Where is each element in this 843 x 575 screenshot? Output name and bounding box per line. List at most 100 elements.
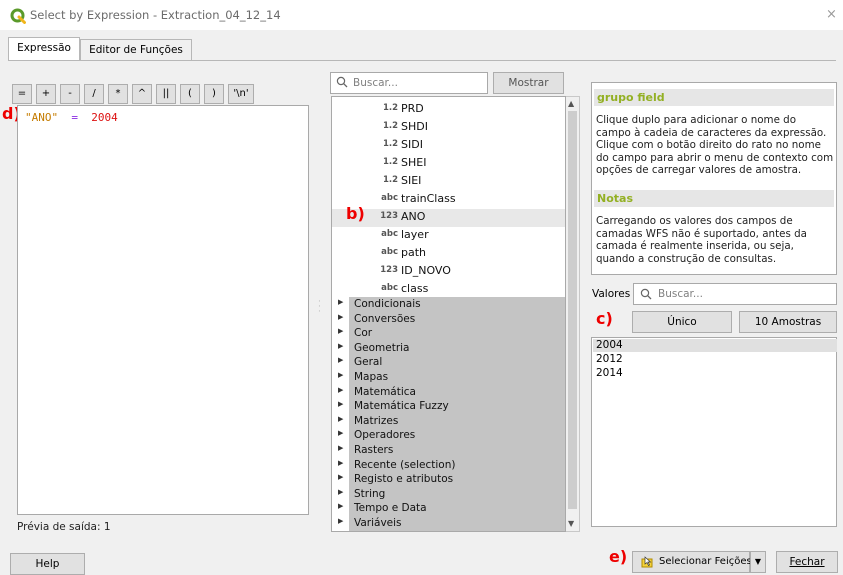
group-item[interactable]: ▶ Geometria [332,340,565,356]
group-name: Cor [354,327,373,340]
expand-arrow-icon[interactable]: ▶ [338,342,343,350]
group-name: Geral [354,356,383,369]
tab-function-editor[interactable]: Editor de Funções [80,39,192,61]
op-close-paren-button[interactable]: ) [204,84,224,104]
op-minus-button[interactable]: - [60,84,80,104]
help-button[interactable]: Help [10,553,85,575]
field-item[interactable]: 1.2 SHDI [332,119,565,137]
field-item[interactable]: 1.2 SIDI [332,137,565,155]
group-item[interactable]: ▶ Rasters [332,443,565,458]
splitter-handle[interactable]: · · · [318,298,321,317]
expand-arrow-icon[interactable]: ▶ [338,502,343,510]
field-name: SIEI [401,174,422,187]
op-equals-button[interactable]: = [12,84,32,104]
expand-arrow-icon[interactable]: ▶ [338,429,343,437]
group-name: Variáveis [354,517,402,529]
op-plus-button[interactable]: + [36,84,56,104]
group-item[interactable]: ▶ String [332,486,565,502]
expand-arrow-icon[interactable]: ▶ [338,488,343,496]
expand-arrow-icon[interactable]: ▶ [338,356,343,364]
window-title: Select by Expression - Extraction_04_12_… [30,8,281,22]
group-name: Conversões [354,312,416,325]
close-window-button[interactable]: × [826,7,837,22]
expression-line: "ANO" = 2004 [25,111,118,124]
values-list[interactable]: 2004 2012 2014 [591,337,837,527]
expand-arrow-icon[interactable]: ▶ [338,400,343,408]
group-item[interactable]: ▶ Matemática Fuzzy [332,399,565,414]
value-item[interactable]: 2012 [593,353,837,366]
tab-divider [8,60,836,61]
op-open-paren-button[interactable]: ( [180,84,200,104]
group-item[interactable]: ▶ Tempo e Data [332,501,565,516]
op-multiply-button[interactable]: * [108,84,128,104]
group-item[interactable]: ▶ Recente (selection) [332,457,565,473]
help-panel: grupo field Clique duplo para adicionar … [591,82,837,275]
function-search-input[interactable]: Buscar... [330,72,488,94]
function-tree[interactable]: 1.2 PRD 1.2 SHDI 1.2 SIDI 1.2 SHEI 1.2 SIEI a… [331,96,566,532]
field-name: class [401,282,429,295]
group-item[interactable]: ▶ Registo e atributos [332,472,565,487]
group-item[interactable]: ▶ Operadores [332,428,565,443]
expand-arrow-icon[interactable]: ▶ [338,298,343,306]
op-divide-button[interactable]: / [84,84,104,104]
field-item[interactable]: abc path [332,245,565,263]
group-name: Rasters [354,444,394,456]
group-item[interactable]: ▶ Matemática [332,384,565,400]
annotation-c: c) [596,309,613,328]
field-name: path [401,246,427,259]
group-item[interactable]: ▶ Mapas [332,370,565,385]
values-search-placeholder: Buscar... [658,288,703,300]
op-concat-button[interactable]: || [156,84,176,104]
field-item-selected[interactable]: 123 ANO [332,209,565,227]
expand-arrow-icon[interactable]: ▶ [338,444,343,452]
group-name: Registo e atributos [354,473,454,486]
function-list-scrollbar[interactable]: ▲ ▼ [566,96,580,532]
qgis-logo-icon [10,8,26,24]
field-item[interactable]: abc layer [332,227,565,245]
help-text-1: Clique duplo para adicionar o nome do ca… [596,114,827,139]
values-label: Valores [592,288,631,300]
group-item[interactable]: ▶ Cor [332,326,565,341]
field-item[interactable]: 1.2 SIEI [332,173,565,191]
field-type-icon: 123 [380,211,398,221]
unique-values-button[interactable]: Único [632,311,732,333]
group-item[interactable]: ▶ Condicionais [332,297,565,312]
expand-arrow-icon[interactable]: ▶ [338,386,343,394]
value-item[interactable]: 2014 [593,367,837,380]
expression-operator-token: = [71,111,78,124]
group-item[interactable]: ▶ Geral [332,355,565,370]
annotation-b: b) [346,204,365,223]
expand-arrow-icon[interactable]: ▶ [338,517,343,525]
expression-editor[interactable]: "ANO" = 2004 [17,105,309,515]
show-values-button[interactable]: Mostrar valores [493,72,564,109]
field-type-icon: 1.2 [382,103,398,113]
op-newline-button[interactable]: '\n' [228,84,254,104]
help-title: grupo field [594,89,834,106]
select-features-button[interactable]: Selecionar Feições [632,551,752,573]
field-name: ANO [401,210,426,223]
select-options-dropdown[interactable]: ▼ [750,551,766,573]
expand-arrow-icon[interactable]: ▶ [338,473,343,481]
expression-field-token: "ANO" [25,111,59,124]
expand-arrow-icon[interactable]: ▶ [338,371,343,379]
field-item[interactable]: 1.2 SHEI [332,155,565,173]
op-power-button[interactable]: ^ [132,84,152,104]
expand-arrow-icon[interactable]: ▶ [338,327,343,335]
value-item-selected[interactable]: 2004 [593,339,837,352]
expand-arrow-icon[interactable]: ▶ [338,415,343,423]
expand-arrow-icon[interactable]: ▶ [338,313,343,321]
scroll-down-icon[interactable]: ▼ [568,519,574,528]
scroll-up-icon[interactable]: ▲ [568,99,574,108]
scrollbar-thumb[interactable] [568,111,577,509]
close-button[interactable]: Fechar [776,551,838,573]
field-item[interactable]: abc trainClass [332,191,565,209]
tab-expression[interactable]: Expressão [8,37,80,61]
sample-values-button[interactable]: 10 Amostras [739,311,837,333]
group-item[interactable]: ▶ Variáveis [332,516,565,531]
group-item[interactable]: ▶ Conversões [332,311,565,327]
values-search-input[interactable]: Buscar... [633,283,837,305]
group-item[interactable]: ▶ Matrizes [332,413,565,429]
expand-arrow-icon[interactable]: ▶ [338,459,343,467]
field-item[interactable]: 123 ID_NOVO [332,263,565,281]
field-item[interactable]: 1.2 PRD [332,101,565,119]
